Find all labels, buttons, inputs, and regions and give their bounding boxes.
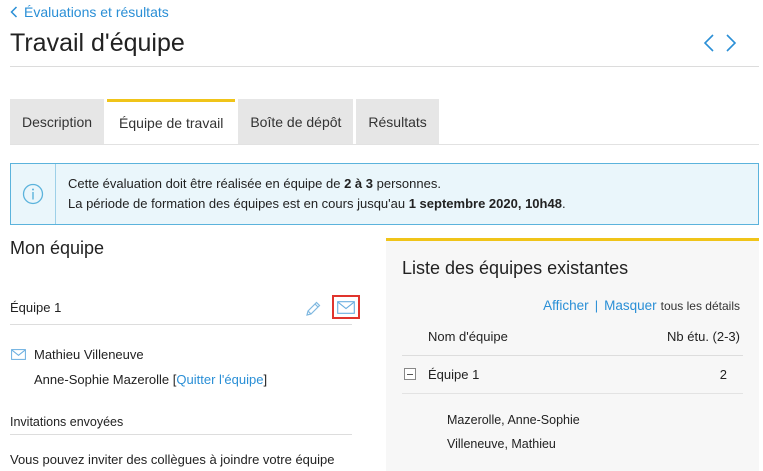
column-header-team-name: Nom d'équipe xyxy=(428,329,508,344)
page-title: Travail d'équipe xyxy=(10,29,185,57)
chevron-right-icon[interactable] xyxy=(725,34,737,52)
tab-underline xyxy=(10,144,759,145)
link-separator: | xyxy=(594,298,599,313)
team-list-name: Équipe 1 xyxy=(428,367,480,382)
breadcrumb-back-link[interactable]: Évaluations et résultats xyxy=(10,4,169,20)
info-icon-container xyxy=(11,164,56,224)
info-message: Cette évaluation doit être réalisée en é… xyxy=(56,164,566,224)
quit-team-bracket: ] xyxy=(263,372,268,387)
envelope-icon xyxy=(11,349,26,360)
chevron-left-icon[interactable] xyxy=(703,34,715,52)
my-team-header-row: Équipe 1 xyxy=(10,295,360,325)
invitations-divider xyxy=(10,434,352,435)
tab-boite-de-depot[interactable]: Boîte de dépôt xyxy=(238,99,354,144)
info-line-1: Cette évaluation doit être réalisée en é… xyxy=(68,176,441,191)
chevron-left-icon xyxy=(10,6,18,18)
tab-equipe-de-travail[interactable]: Équipe de travail xyxy=(107,99,236,144)
my-team-member-row: Anne-Sophie Mazerolle [Quitter l'équipe] xyxy=(34,372,267,387)
team-list-member: Villeneuve, Mathieu xyxy=(447,437,556,451)
my-team-name: Équipe 1 xyxy=(10,300,62,315)
tab-description[interactable]: Description xyxy=(10,99,105,144)
team-row-divider xyxy=(402,393,743,394)
quit-team-link[interactable]: Quitter l'équipe xyxy=(176,372,263,387)
breadcrumb-label: Évaluations et résultats xyxy=(24,4,169,20)
info-icon xyxy=(22,183,44,205)
collapse-icon[interactable] xyxy=(404,368,416,380)
existing-teams-title: Liste des équipes existantes xyxy=(402,258,629,278)
email-team-button[interactable] xyxy=(332,295,360,319)
team-list-count: 2 xyxy=(719,367,727,382)
column-header-student-count: Nb étu. (2-3) xyxy=(667,329,740,344)
invitations-sent-label: Invitations envoyées xyxy=(10,415,124,429)
table-header-divider xyxy=(402,355,743,356)
my-team-member: Anne-Sophie Mazerolle xyxy=(34,372,170,387)
info-box: Cette évaluation doit être réalisée en é… xyxy=(10,163,759,225)
my-team-member: Mathieu Villeneuve xyxy=(34,347,144,362)
details-suffix: tous les détails xyxy=(660,299,740,313)
existing-teams-panel: Liste des équipes existantes Afficher | … xyxy=(386,238,759,471)
pencil-icon[interactable] xyxy=(304,300,322,318)
detail-toggle-links: Afficher | Masquer tous les détails xyxy=(543,298,740,313)
title-divider xyxy=(10,66,759,67)
show-all-details-link[interactable]: Afficher xyxy=(543,298,589,313)
tab-resultats[interactable]: Résultats xyxy=(356,99,439,144)
prev-next-nav xyxy=(703,34,737,52)
envelope-icon xyxy=(337,300,355,314)
team-list-member: Mazerolle, Anne-Sophie xyxy=(447,413,580,427)
invitations-help-text: Vous pouvez inviter des collègues à join… xyxy=(10,452,335,467)
info-line-2: La période de formation des équipes est … xyxy=(68,196,566,211)
hide-all-details-link[interactable]: Masquer xyxy=(604,298,657,313)
my-team-title: Mon équipe xyxy=(10,238,105,258)
tab-bar: Description Équipe de travail Boîte de d… xyxy=(10,99,439,144)
